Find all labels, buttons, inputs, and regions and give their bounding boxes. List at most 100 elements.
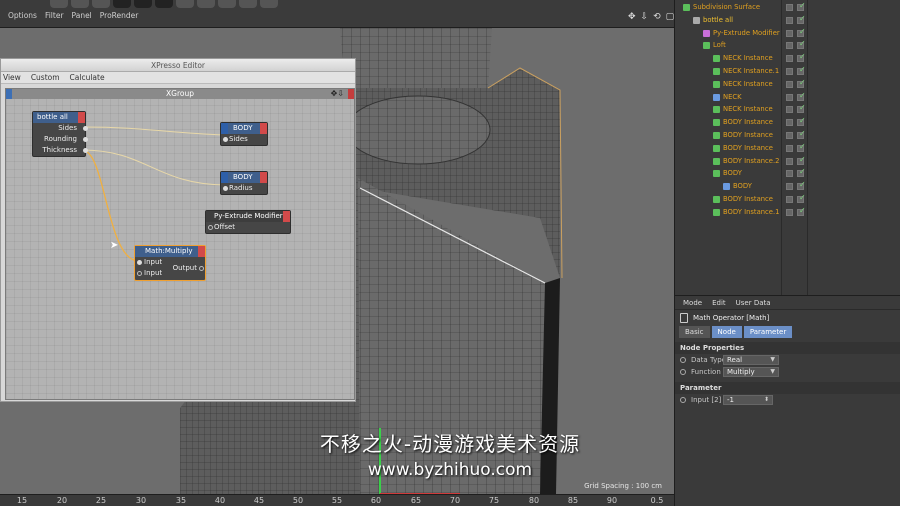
object-row[interactable]: BODY Instance.2 ✓ <box>675 155 900 168</box>
node-header[interactable]: Math:Multiply <box>135 246 205 257</box>
maximize-view-icon[interactable]: ▢ <box>666 12 675 22</box>
port-dot[interactable] <box>137 260 142 265</box>
tool-icon[interactable] <box>176 0 194 8</box>
port-dot[interactable] <box>223 137 228 142</box>
object-row[interactable]: NECK ✓ <box>675 91 900 104</box>
port-dot[interactable] <box>83 137 88 142</box>
xgroup-canvas[interactable]: XGroup ✥⇩ bottle all Sides Rounding Thic… <box>5 88 355 400</box>
node-math-multiply[interactable]: Math:Multiply Input Input Output <box>134 245 206 281</box>
attribute-manager[interactable]: Mode Edit User Data Math Operator [Math]… <box>674 295 900 506</box>
tool-icon[interactable] <box>134 0 152 8</box>
port-dot[interactable] <box>137 271 142 276</box>
layer-toggle[interactable] <box>786 16 793 24</box>
port-thickness[interactable]: Thickness <box>33 145 88 156</box>
rotate-view-icon[interactable]: ⟲ <box>653 12 661 22</box>
object-row[interactable]: BODY Instance.1 ✓ <box>675 206 900 219</box>
layer-toggle[interactable] <box>786 68 793 75</box>
input-number-field[interactable]: -1 ⬍ <box>723 395 773 405</box>
object-row[interactable]: NECK Instance ✓ <box>675 52 900 65</box>
enabled-check-icon[interactable]: ✓ <box>799 90 806 103</box>
enabled-check-icon[interactable]: ✓ <box>799 13 806 26</box>
tool-icon[interactable] <box>239 0 257 8</box>
xpresso-window-title[interactable]: XPresso Editor <box>1 59 355 72</box>
node-body-sides[interactable]: BODY Sides <box>220 122 268 146</box>
attr-menu-edit[interactable]: Edit <box>712 296 726 309</box>
object-row[interactable]: BODY Instance ✓ <box>675 116 900 129</box>
port-dot[interactable] <box>83 126 88 131</box>
menu-filter[interactable]: Filter <box>45 9 64 23</box>
tool-icon[interactable] <box>260 0 278 8</box>
port-rounding[interactable]: Rounding <box>33 134 88 145</box>
layer-toggle[interactable] <box>786 29 793 37</box>
zoom-view-icon[interactable]: ⇩ <box>641 12 649 22</box>
tool-icon[interactable] <box>218 0 236 8</box>
tab-parameter[interactable]: Parameter <box>743 326 793 338</box>
xpresso-menu-calculate[interactable]: Calculate <box>70 72 105 83</box>
enabled-check-icon[interactable]: ✓ <box>799 102 806 115</box>
menu-prorender[interactable]: ProRender <box>100 9 139 23</box>
enabled-check-icon[interactable]: ✓ <box>799 192 806 205</box>
layer-toggle[interactable] <box>786 170 793 178</box>
layer-toggle[interactable] <box>786 119 793 127</box>
layer-toggle[interactable] <box>786 144 793 152</box>
layer-toggle[interactable] <box>786 132 793 139</box>
object-row[interactable]: BODY ✓ <box>675 167 900 180</box>
port-dot[interactable] <box>83 148 88 153</box>
enabled-check-icon[interactable]: ✓ <box>799 141 806 154</box>
node-header[interactable]: BODY <box>221 172 267 183</box>
port-offset[interactable]: Offset <box>206 222 290 233</box>
node-output-button[interactable] <box>198 246 205 257</box>
port-sides[interactable]: Sides <box>221 134 267 145</box>
xpresso-editor-window[interactable]: XPresso Editor View Custom Calculate XGr… <box>0 58 356 402</box>
function-dropdown[interactable]: Multiply ▼ <box>723 367 779 377</box>
menu-panel[interactable]: Panel <box>72 9 92 23</box>
node-body-radius[interactable]: BODY Radius <box>220 171 268 195</box>
object-row[interactable]: BODY Instance ✓ <box>675 142 900 155</box>
layer-toggle[interactable] <box>786 208 793 216</box>
object-row[interactable]: Loft ✓ <box>675 39 900 52</box>
layer-toggle[interactable] <box>786 183 793 191</box>
xpresso-menu-custom[interactable]: Custom <box>31 72 60 83</box>
layer-toggle[interactable] <box>786 157 793 165</box>
node-header[interactable]: Py-Extrude Modifier <box>206 211 290 222</box>
tab-node[interactable]: Node <box>711 326 742 338</box>
node-output-button[interactable] <box>260 123 267 134</box>
object-manager[interactable]: Subdivision Surface ✓ bottle all ✓ Py-Extrud… <box>674 0 900 295</box>
tool-icon[interactable] <box>113 0 131 8</box>
port-dot[interactable] <box>199 266 204 271</box>
port-output[interactable]: Output <box>165 263 205 274</box>
menu-options[interactable]: Options <box>8 9 37 23</box>
node-py-extrude-modifier[interactable]: Py-Extrude Modifier Offset <box>205 210 291 234</box>
port-dot[interactable] <box>208 225 213 230</box>
data-type-dropdown[interactable]: Real ▼ <box>723 355 779 365</box>
node-output-button[interactable] <box>78 112 85 123</box>
enabled-check-icon[interactable]: ✓ <box>799 128 806 141</box>
enabled-check-icon[interactable]: ✓ <box>799 0 806 13</box>
attr-menu-user-data[interactable]: User Data <box>736 296 771 309</box>
layer-toggle[interactable] <box>786 42 793 50</box>
tool-icon[interactable] <box>92 0 110 8</box>
object-row[interactable]: NECK Instance.1 ✓ <box>675 65 900 78</box>
enabled-check-icon[interactable]: ✓ <box>799 26 806 39</box>
enabled-check-icon[interactable]: ✓ <box>799 154 806 167</box>
enabled-check-icon[interactable]: ✓ <box>799 64 806 77</box>
layer-toggle[interactable] <box>786 4 793 11</box>
enabled-check-icon[interactable]: ✓ <box>799 77 806 90</box>
move-view-icon[interactable]: ✥ <box>628 12 636 22</box>
enabled-check-icon[interactable]: ✓ <box>799 115 806 128</box>
animate-radio[interactable] <box>680 369 686 375</box>
layer-toggle[interactable] <box>786 55 793 63</box>
animate-radio[interactable] <box>680 357 686 363</box>
port-radius[interactable]: Radius <box>221 183 267 194</box>
node-header[interactable]: bottle all <box>33 112 85 123</box>
object-row[interactable]: BODY Instance ✓ <box>675 129 900 142</box>
node-input-button[interactable] <box>221 123 228 134</box>
enabled-check-icon[interactable]: ✓ <box>799 38 806 51</box>
port-dot[interactable] <box>223 186 228 191</box>
enabled-check-icon[interactable]: ✓ <box>799 205 806 218</box>
node-output-button[interactable] <box>260 172 267 183</box>
node-output-button[interactable] <box>283 211 290 222</box>
timeline-ruler[interactable]: 15 20 25 30 35 40 45 50 55 60 65 70 75 8… <box>0 494 674 506</box>
layer-toggle[interactable] <box>786 80 793 88</box>
object-row[interactable]: bottle all ✓ <box>675 14 900 27</box>
